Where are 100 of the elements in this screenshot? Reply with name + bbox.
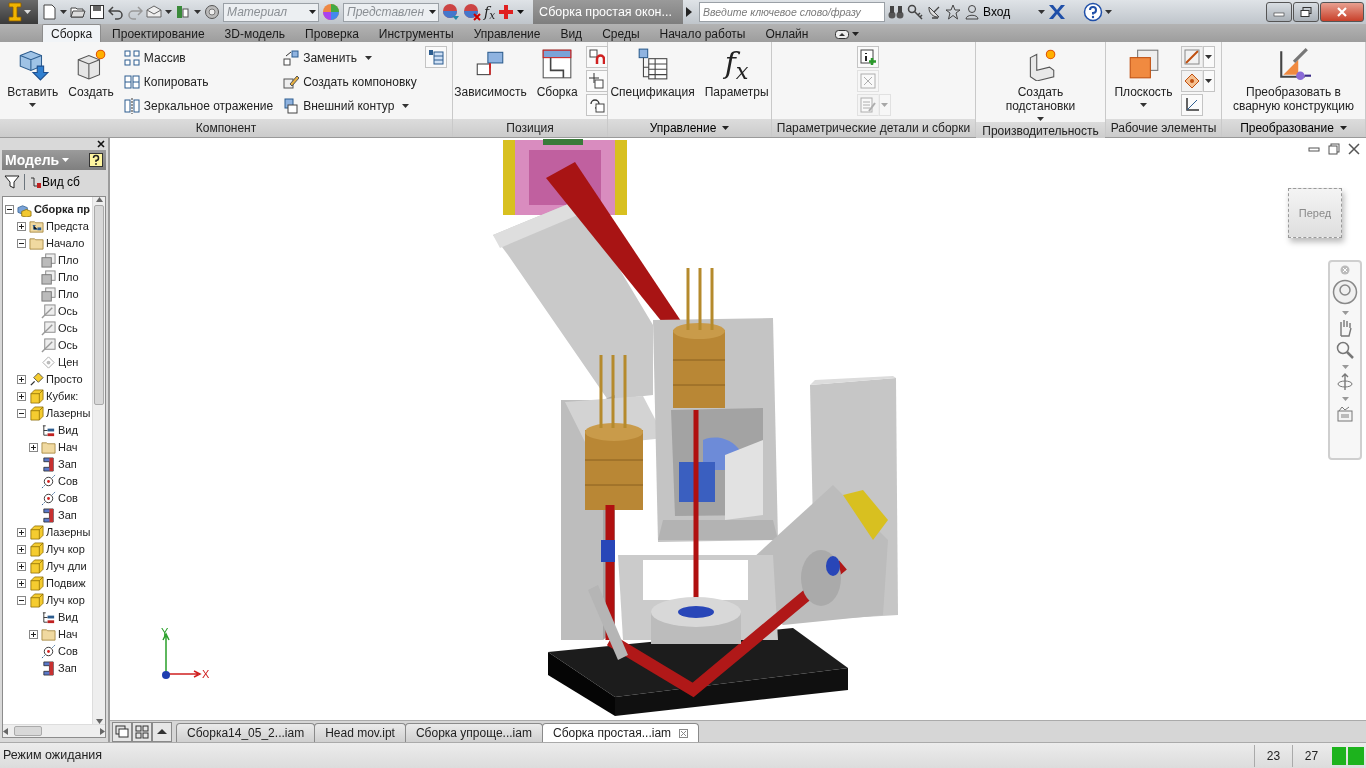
window-button[interactable] bbox=[112, 721, 132, 742]
expand-icon[interactable] bbox=[17, 562, 26, 571]
tree-item[interactable]: Вид bbox=[58, 609, 78, 626]
ribbon-button[interactable]: Плоскость bbox=[1112, 46, 1175, 108]
tree-item[interactable]: Луч кор bbox=[46, 592, 85, 609]
caret-icon[interactable] bbox=[1341, 363, 1349, 369]
collapse-icon[interactable] bbox=[5, 205, 14, 214]
envelope-icon[interactable] bbox=[146, 4, 162, 20]
tree-item[interactable]: Зап bbox=[58, 660, 77, 677]
ribbon-tab[interactable]: Инструменты bbox=[369, 24, 463, 42]
save-icon[interactable] bbox=[89, 4, 105, 20]
color-ball-adjust-icon[interactable] bbox=[442, 3, 460, 21]
exchange-x-icon[interactable] bbox=[1048, 4, 1067, 20]
new-document-icon[interactable] bbox=[41, 4, 57, 20]
ribbon-tab[interactable]: Онлайн bbox=[756, 24, 818, 42]
ribbon-tab[interactable]: Управление bbox=[464, 24, 550, 42]
satellite-dish-icon[interactable] bbox=[926, 4, 943, 20]
ribbon-tab[interactable]: Проверка bbox=[296, 24, 368, 42]
scroll-thumb[interactable] bbox=[14, 726, 42, 736]
color-wheel-icon[interactable] bbox=[322, 3, 340, 21]
ribbon-tab[interactable]: 3D-модель bbox=[215, 24, 295, 42]
tree-item[interactable]: Подвиж bbox=[46, 575, 86, 592]
ribbon-button[interactable]: f$_{x}$ Параметры bbox=[702, 46, 771, 100]
minimize-button[interactable] bbox=[1266, 2, 1292, 22]
tree-item[interactable]: Цен bbox=[58, 354, 79, 371]
tree-item[interactable]: Зап bbox=[58, 507, 77, 524]
expand-icon[interactable] bbox=[17, 375, 26, 384]
tree-item[interactable]: Пло bbox=[58, 252, 79, 269]
ribbon-tab[interactable]: Проектирование bbox=[103, 24, 214, 42]
ribbon-button[interactable]: Создать подстановки bbox=[980, 46, 1101, 122]
close-button[interactable] bbox=[1320, 2, 1364, 22]
plus-icon[interactable] bbox=[498, 4, 515, 20]
tree-item[interactable]: Сов bbox=[58, 473, 78, 490]
document-tab[interactable]: Сборка14_05_2...iam bbox=[176, 723, 316, 742]
tree-item[interactable]: Ось bbox=[58, 303, 78, 320]
tree-item[interactable]: Ось bbox=[58, 337, 78, 354]
ribbon-button[interactable]: Вставить bbox=[5, 46, 61, 108]
tree-item[interactable]: Лазерны bbox=[46, 524, 91, 541]
close-icon[interactable] bbox=[97, 140, 105, 148]
expand-icon[interactable] bbox=[29, 443, 38, 452]
expand-icon[interactable] bbox=[17, 222, 26, 231]
caret-icon[interactable] bbox=[1341, 309, 1349, 315]
tree-item[interactable]: Луч дли bbox=[46, 558, 87, 575]
tree-item[interactable]: Луч кор bbox=[46, 541, 85, 558]
tree-item[interactable]: Сов bbox=[58, 490, 78, 507]
tree-item[interactable]: Ось bbox=[58, 320, 78, 337]
orbit-icon[interactable] bbox=[1336, 373, 1354, 391]
material-ball-icon[interactable] bbox=[204, 4, 220, 20]
restore-icon[interactable] bbox=[1328, 143, 1340, 155]
close-icon[interactable] bbox=[1348, 143, 1360, 155]
expand-icon[interactable] bbox=[17, 392, 26, 401]
ribbon-button[interactable]: Внешний контур bbox=[281, 94, 419, 118]
scroll-right-icon[interactable] bbox=[100, 727, 105, 735]
tree-item[interactable]: Зап bbox=[58, 456, 77, 473]
scroll-left-icon[interactable] bbox=[3, 727, 8, 735]
key-icon[interactable] bbox=[907, 4, 924, 20]
parameters-button[interactable]: f$_{x}$ bbox=[484, 1, 496, 23]
tree-item[interactable]: Начало bbox=[46, 235, 85, 252]
ribbon-button[interactable]: Создать компоновку bbox=[281, 70, 419, 94]
expand-arrow-icon[interactable] bbox=[686, 7, 693, 17]
application-button[interactable] bbox=[0, 0, 38, 24]
scroll-thumb[interactable] bbox=[94, 205, 104, 405]
view-dropdown[interactable]: Вид сб bbox=[29, 173, 80, 191]
filter-icon[interactable] bbox=[4, 174, 20, 190]
ribbon-button[interactable]: Массив bbox=[121, 46, 276, 70]
expand-icon[interactable] bbox=[17, 545, 26, 554]
ribbon-button[interactable]: Создать bbox=[66, 46, 116, 100]
undo-icon[interactable] bbox=[108, 4, 124, 20]
ribbon-button[interactable]: Копировать bbox=[121, 70, 276, 94]
look-at-icon[interactable] bbox=[1336, 405, 1354, 423]
tool-button[interactable] bbox=[424, 46, 447, 68]
ribbon-tab[interactable]: Вид bbox=[551, 24, 592, 42]
help-icon[interactable] bbox=[1083, 2, 1104, 22]
ribbon-button[interactable]: Сборка bbox=[534, 46, 580, 100]
ribbon-button[interactable]: Зависимость bbox=[452, 46, 529, 100]
tool-button[interactable] bbox=[856, 46, 879, 68]
ribbon-tab[interactable]: Среды bbox=[593, 24, 649, 42]
tree-item[interactable]: Просто bbox=[46, 371, 83, 388]
open-folder-icon[interactable] bbox=[70, 4, 86, 20]
tree-item[interactable]: Предста bbox=[46, 218, 89, 235]
tree-item[interactable]: Сборка пр bbox=[34, 201, 91, 218]
window-button[interactable] bbox=[132, 721, 152, 742]
search-field[interactable]: Введите ключевое слово/фразу bbox=[699, 2, 886, 22]
tree-item[interactable]: Лазерны bbox=[46, 405, 91, 422]
tree-item[interactable]: Кубик: bbox=[46, 388, 79, 405]
ribbon-tab[interactable]: Начало работы bbox=[650, 24, 755, 42]
tree-item[interactable]: Пло bbox=[58, 269, 79, 286]
document-tab[interactable]: Сборка упроще...iam bbox=[404, 723, 543, 742]
window-button[interactable] bbox=[152, 721, 172, 742]
star-icon[interactable] bbox=[945, 4, 962, 20]
document-tab[interactable]: Head mov.ipt bbox=[314, 723, 406, 742]
collapse-icon[interactable] bbox=[17, 596, 26, 605]
collapse-icon[interactable] bbox=[17, 239, 26, 248]
ribbon-button[interactable]: Спецификация bbox=[608, 46, 697, 100]
scroll-up-icon[interactable] bbox=[95, 197, 103, 202]
caret-icon[interactable] bbox=[1341, 395, 1349, 401]
color-ball-clear-icon[interactable] bbox=[463, 3, 481, 21]
help-icon[interactable] bbox=[89, 153, 103, 167]
tree-item[interactable]: Нач bbox=[58, 439, 78, 456]
tool-button[interactable] bbox=[585, 94, 608, 116]
